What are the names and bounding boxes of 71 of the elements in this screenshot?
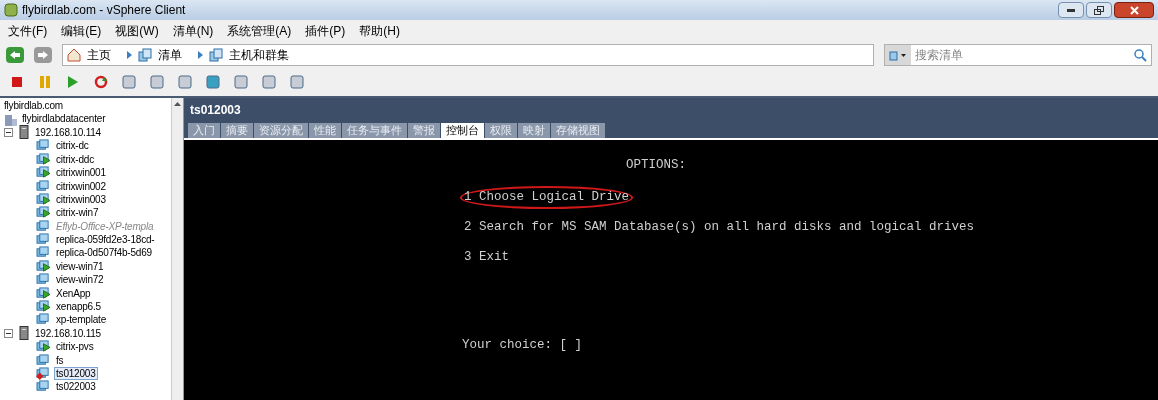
tree-item[interactable]: XenApp	[54, 286, 93, 300]
tree-item[interactable]: xenapp6.5	[54, 300, 103, 314]
tree-item[interactable]: 192.168.10.115	[35, 326, 101, 341]
breadcrumb-link[interactable]: 主页	[87, 46, 111, 64]
forward-arrow-icon	[38, 51, 48, 59]
window-title: flybirdlab.com - vSphere Client	[22, 2, 186, 19]
console-option: 2 Search for MS SAM Database(s) on all hard disks and logical drives	[460, 216, 979, 239]
tree-item[interactable]: citrix-ddc	[54, 152, 96, 166]
search-field[interactable]: 搜索清单	[884, 44, 1152, 66]
tree-item[interactable]: replica-0d507f4b-5d69	[54, 246, 154, 260]
scrollbar[interactable]	[171, 98, 183, 400]
console-prompt: Your choice: [ ]	[462, 337, 584, 354]
breadcrumb-link[interactable]: 主机和群集	[229, 46, 289, 64]
expand-toggle[interactable]	[4, 127, 13, 137]
close-button[interactable]	[1114, 2, 1154, 18]
tree-item[interactable]: view-win72	[54, 273, 106, 287]
tree-item[interactable]: citrixwin003	[54, 192, 108, 206]
back-button[interactable]	[6, 47, 24, 63]
close-icon	[1129, 5, 1139, 15]
console-option: 1 Choose Logical Drive	[460, 186, 634, 209]
tab[interactable]: 控制台	[441, 123, 484, 138]
chevron-icon	[127, 51, 132, 59]
menu-item[interactable]: 插件(P)	[305, 22, 346, 40]
tree-item[interactable]: ts022003	[54, 380, 98, 394]
scroll-up-icon	[174, 102, 181, 106]
pause-icon	[40, 76, 50, 88]
tree-item[interactable]: view-win71	[54, 259, 106, 273]
collapse-icon	[6, 330, 11, 336]
stop-icon	[12, 77, 22, 87]
inventory-icon	[138, 48, 152, 62]
menu-item[interactable]: 编辑(E)	[61, 22, 102, 40]
restore-button[interactable]	[1086, 2, 1112, 18]
back-arrow-icon	[10, 51, 20, 59]
tree-item[interactable]: Eflyb-Office-XP-templa	[54, 219, 156, 233]
panel-title: ts012003	[190, 102, 241, 119]
tree-item[interactable]: citrixwin001	[54, 166, 108, 180]
minimize-button[interactable]	[1058, 2, 1084, 18]
minimize-icon	[1067, 8, 1075, 12]
menu-item[interactable]: 清单(N)	[172, 22, 214, 40]
breadcrumb-link[interactable]: 清单	[158, 46, 182, 64]
inventory-icon	[889, 49, 907, 61]
search-scope-dropdown[interactable]	[885, 45, 911, 65]
menu-item[interactable]: 帮助(H)	[359, 22, 400, 40]
tree-item[interactable]: citrix-win7	[54, 206, 101, 220]
datacenter-icon	[4, 112, 18, 126]
search-input[interactable]: 搜索清单	[911, 46, 1133, 64]
chevron-icon	[198, 51, 203, 59]
restore-icon	[1094, 5, 1104, 15]
console-heading: OPTIONS:	[626, 157, 687, 174]
app-icon	[4, 3, 18, 17]
menu-item[interactable]: 系统管理(A)	[227, 22, 292, 40]
tree-item[interactable]: flybirdlab.com	[4, 99, 171, 113]
tree-item[interactable]: citrixwin002	[54, 179, 108, 193]
refresh-icon	[94, 75, 108, 89]
tree-item[interactable]: citrix-pvs	[54, 340, 96, 354]
tree-item[interactable]: flybirdlabdatacenter	[22, 112, 106, 126]
console-option: 3 Exit	[460, 246, 513, 269]
tree-item[interactable]: 192.168.10.114	[35, 125, 101, 140]
tree-item[interactable]: fs	[54, 353, 66, 367]
tree-item[interactable]: xp-template	[54, 313, 109, 327]
search-icon	[1133, 48, 1147, 62]
tree-item[interactable]: replica-059fd2e3-18cd-	[54, 233, 157, 247]
menu-item[interactable]: 文件(F)	[8, 22, 48, 40]
forward-button[interactable]	[34, 47, 52, 63]
tree-item[interactable]: ts012003	[54, 367, 98, 380]
menu-item[interactable]: 视图(W)	[115, 22, 159, 40]
collapse-icon	[6, 129, 11, 135]
tree-item[interactable]: citrix-dc	[54, 139, 91, 153]
play-icon	[68, 76, 78, 88]
home-icon	[67, 48, 81, 62]
expand-toggle[interactable]	[4, 328, 13, 338]
